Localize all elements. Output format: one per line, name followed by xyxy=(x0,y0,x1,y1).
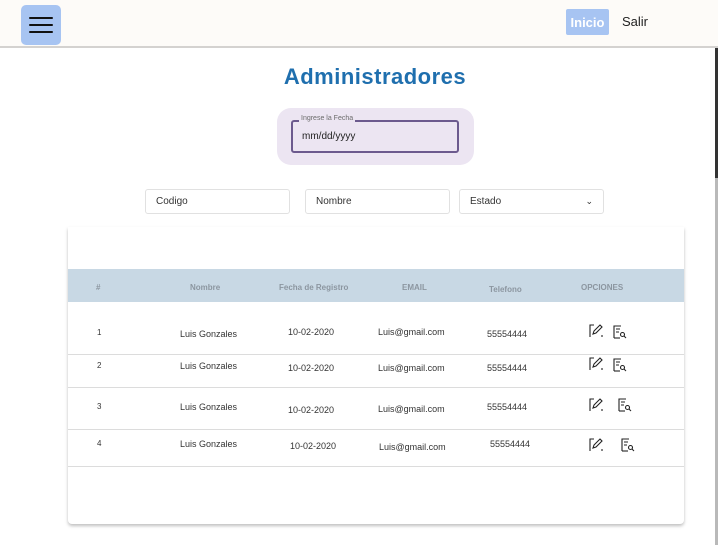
top-navbar: Inicio Salir xyxy=(0,0,718,48)
row-email: Luis@gmail.com xyxy=(378,363,445,373)
row-fecha: 10-02-2020 xyxy=(288,363,335,373)
row-fecha: 10-02-2020 xyxy=(288,327,335,337)
header-opciones: OPCIONES xyxy=(581,283,624,292)
header-number: # xyxy=(96,283,101,292)
row-telefono: 55554444 xyxy=(487,402,528,412)
edit-icon[interactable] xyxy=(588,356,604,372)
row-email: Luis@gmail.com xyxy=(379,442,446,452)
page-title: Administradores xyxy=(283,64,467,89)
row-number: 2 xyxy=(97,361,102,370)
row-nombre: Luis Gonzales xyxy=(180,361,238,371)
row-fecha: 10-02-2020 xyxy=(290,441,337,451)
row-number: 3 xyxy=(97,402,102,411)
row-divider xyxy=(68,387,684,388)
date-input[interactable]: Ingrese la Fecha mm/dd/yyyy xyxy=(291,115,459,153)
hamburger-icon xyxy=(29,17,53,19)
edit-icon[interactable] xyxy=(588,397,604,413)
row-nombre: Luis Gonzales xyxy=(180,439,238,449)
table-header: # Nombre Fecha de Registro EMAIL Telefon… xyxy=(68,269,684,302)
hamburger-icon-line xyxy=(29,24,53,26)
row-number: 4 xyxy=(97,439,102,448)
row-email: Luis@gmail.com xyxy=(378,404,445,414)
header-email: EMAIL xyxy=(402,283,427,292)
row-fecha: 10-02-2020 xyxy=(288,405,335,415)
edit-icon[interactable] xyxy=(588,323,604,339)
page: Inicio Salir Administradores Ingrese la … xyxy=(0,0,718,545)
view-details-icon[interactable] xyxy=(611,324,627,340)
row-telefono: 55554444 xyxy=(490,439,531,449)
chevron-down-icon: ⌄ xyxy=(585,196,593,206)
view-details-icon[interactable] xyxy=(619,437,635,453)
row-divider xyxy=(68,354,684,355)
date-input-label: Ingrese la Fecha xyxy=(299,115,356,122)
row-number: 1 xyxy=(97,328,102,337)
nombre-input-placeholder: Nombre xyxy=(316,196,352,207)
codigo-input-placeholder: Codigo xyxy=(156,196,188,207)
row-nombre: Luis Gonzales xyxy=(180,402,238,412)
hamburger-icon-line xyxy=(29,31,53,33)
row-divider xyxy=(68,429,684,430)
row-divider xyxy=(68,466,684,467)
nav-inicio-link[interactable]: Inicio xyxy=(566,9,609,35)
header-nombre: Nombre xyxy=(190,283,221,292)
hamburger-menu-button[interactable] xyxy=(21,5,61,45)
header-fecha-registro: Fecha de Registro xyxy=(279,283,349,292)
row-nombre: Luis Gonzales xyxy=(180,329,238,339)
nombre-input[interactable]: Nombre xyxy=(305,189,450,214)
administrators-table-card: # Nombre Fecha de Registro EMAIL Telefon… xyxy=(68,227,684,524)
date-input-value: mm/dd/yyyy xyxy=(302,131,356,142)
header-telefono: Telefono xyxy=(489,285,522,294)
date-filter-container: Ingrese la Fecha mm/dd/yyyy xyxy=(277,108,474,165)
row-telefono: 55554444 xyxy=(487,329,528,339)
edit-icon[interactable] xyxy=(588,437,604,453)
nav-salir-link[interactable]: Salir xyxy=(622,14,648,29)
estado-select[interactable]: Estado ⌄ xyxy=(459,189,604,214)
view-details-icon[interactable] xyxy=(611,357,627,373)
estado-select-value: Estado xyxy=(470,196,502,207)
row-email: Luis@gmail.com xyxy=(378,327,445,337)
view-details-icon[interactable] xyxy=(616,397,632,413)
row-telefono: 55554444 xyxy=(487,363,528,373)
codigo-input[interactable]: Codigo xyxy=(145,189,290,214)
